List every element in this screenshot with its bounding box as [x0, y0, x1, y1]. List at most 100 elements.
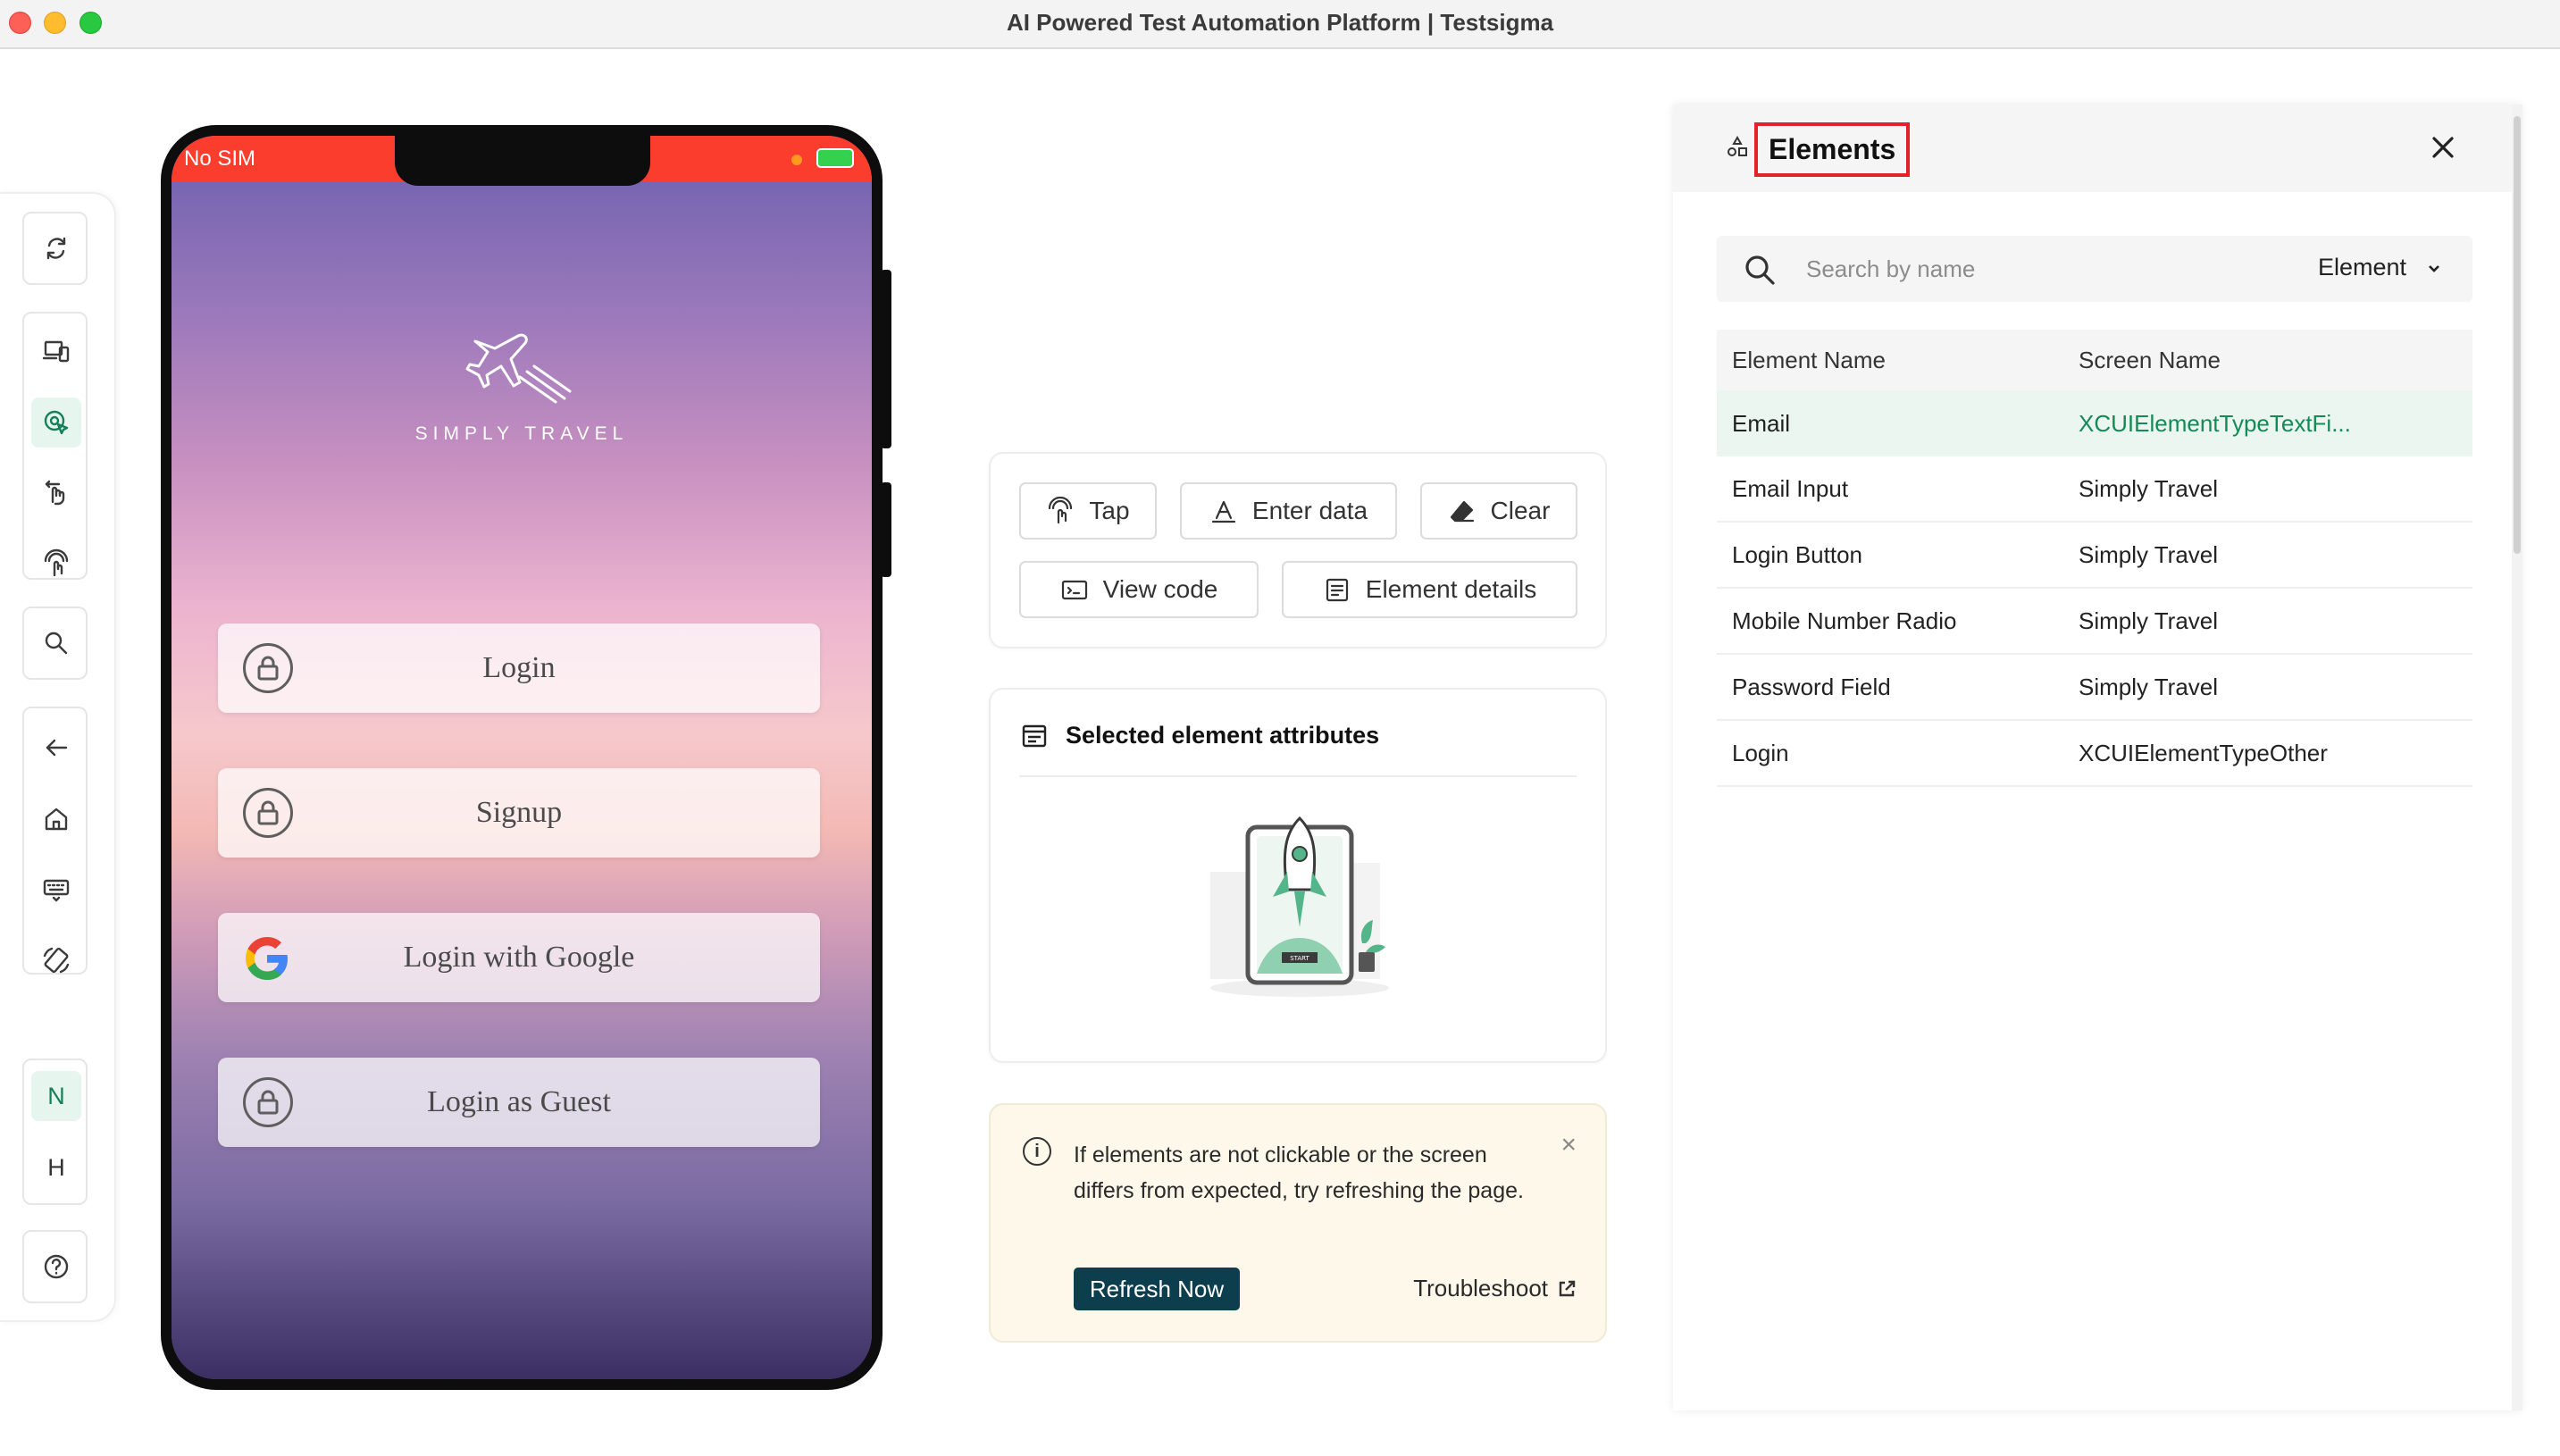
- column-screen-name: Screen Name: [2079, 346, 2221, 373]
- table-row[interactable]: Login XCUIElementTypeOther: [1717, 721, 2472, 787]
- arrow-left-icon: [46, 739, 68, 757]
- element-name-cell: Mobile Number Radio: [1732, 607, 1957, 634]
- toolbar-group-navigation: [22, 707, 88, 975]
- inspect-icon: [44, 410, 69, 435]
- element-search-bar: Element: [1717, 236, 2472, 302]
- lock-icon: [243, 643, 293, 693]
- help-button[interactable]: [31, 1242, 81, 1292]
- carrier-label: No SIM: [184, 146, 256, 171]
- table-row[interactable]: Email Input Simply Travel: [1717, 456, 2472, 523]
- troubleshoot-label: Troubleshoot: [1413, 1275, 1548, 1301]
- swipe-hand-icon: [45, 480, 65, 506]
- toolbar-group-refresh: [22, 212, 88, 285]
- search-element-button[interactable]: [31, 618, 81, 668]
- toolbar-group-help: [22, 1230, 88, 1303]
- native-mode-button[interactable]: N: [31, 1071, 81, 1121]
- refresh-device-button[interactable]: [31, 223, 81, 273]
- elements-panel-scroll-thumb[interactable]: [2514, 116, 2521, 554]
- table-row[interactable]: Password Field Simply Travel: [1717, 655, 2472, 721]
- toolbar-group-search: [22, 607, 88, 680]
- element-type-dropdown[interactable]: Element: [2318, 254, 2442, 281]
- window-title: AI Powered Test Automation Platform | Te…: [1006, 9, 1554, 36]
- login-with-google-label: Login with Google: [403, 941, 635, 974]
- view-code-label: View code: [1102, 575, 1218, 603]
- login-as-guest-button[interactable]: Login as Guest: [218, 1058, 820, 1147]
- refresh-icon: [46, 237, 66, 260]
- view-code-button[interactable]: View code: [1019, 561, 1259, 618]
- devices-icon: [42, 340, 70, 363]
- switch-device-button[interactable]: [31, 326, 81, 376]
- clear-button[interactable]: Clear: [1420, 482, 1577, 540]
- search-icon: [45, 632, 68, 655]
- lock-icon: [243, 788, 293, 838]
- tap-button[interactable]: Tap: [1019, 482, 1157, 540]
- table-row[interactable]: Mobile Number Radio Simply Travel: [1717, 589, 2472, 655]
- text-input-icon: [1211, 500, 1235, 523]
- rocket-launch-illustration-icon: START: [1210, 816, 1389, 997]
- refresh-now-button[interactable]: Refresh Now: [1074, 1268, 1240, 1310]
- divider: [1019, 775, 1577, 777]
- recording-dot-icon: [791, 155, 802, 165]
- phone-notch: [395, 136, 650, 186]
- element-details-button[interactable]: Element details: [1282, 561, 1577, 618]
- shapes-icon: [1728, 135, 1747, 156]
- clear-label: Clear: [1490, 497, 1551, 524]
- airplane-logo-icon: [457, 323, 582, 431]
- elements-panel: Elements Element Element Name Screen Nam…: [1673, 105, 2522, 1410]
- rotate-device-button[interactable]: [31, 935, 81, 985]
- search-icon: [1745, 255, 1775, 285]
- device-screen[interactable]: No SIM SIMPLY TRAVEL Login Signup Login …: [161, 125, 883, 1390]
- home-button[interactable]: [31, 794, 81, 844]
- battery-charging-icon: [816, 148, 854, 168]
- tap-gesture-button[interactable]: [31, 539, 81, 589]
- close-notice-button[interactable]: ×: [1560, 1130, 1577, 1160]
- element-name-cell: Login: [1732, 739, 1789, 766]
- screen-name-cell: Simply Travel: [2079, 673, 2219, 700]
- close-elements-panel-button[interactable]: [2425, 130, 2461, 165]
- home-icon: [45, 807, 68, 831]
- info-icon: i: [1023, 1137, 1051, 1166]
- login-as-guest-label: Login as Guest: [427, 1085, 611, 1118]
- table-row[interactable]: Email XCUIElementTypeTextFi...: [1717, 390, 2472, 456]
- element-actions-card: Tap Enter data Clear View code Element d…: [989, 452, 1607, 649]
- screen-name-cell: Simply Travel: [2079, 607, 2219, 634]
- start-label: START: [1290, 955, 1309, 962]
- device-toolbar: N H: [0, 192, 116, 1322]
- back-button[interactable]: [31, 723, 81, 773]
- keyboard-button[interactable]: [31, 864, 81, 914]
- help-icon: [44, 1254, 69, 1279]
- elements-table: Element Name Screen Name Email XCUIEleme…: [1717, 330, 2472, 787]
- toolbar-group-platform: N H: [22, 1059, 88, 1205]
- tap-hand-icon: [1049, 497, 1073, 524]
- refresh-notice: i If elements are not clickable or the s…: [989, 1103, 1607, 1343]
- attributes-icon: [1022, 724, 1047, 747]
- tap-hand-icon: [44, 548, 69, 577]
- signup-button[interactable]: Signup: [218, 768, 820, 858]
- screen-name-cell: Simply Travel: [2079, 474, 2219, 502]
- troubleshoot-link[interactable]: Troubleshoot: [1413, 1275, 1577, 1302]
- login-button-label: Login: [482, 651, 556, 684]
- elements-panel-header: Elements: [1673, 105, 2522, 192]
- enter-data-button[interactable]: Enter data: [1180, 482, 1397, 540]
- element-type-value: Element: [2317, 254, 2406, 280]
- table-header: Element Name Screen Name: [1717, 330, 2472, 390]
- login-button[interactable]: Login: [218, 623, 820, 713]
- hybrid-mode-button[interactable]: H: [31, 1142, 81, 1192]
- code-window-icon: [1061, 580, 1087, 600]
- table-row[interactable]: Login Button Simply Travel: [1717, 523, 2472, 589]
- screen-name-cell: XCUIElementTypeTextFi...: [2079, 409, 2351, 437]
- app-brand-name: SIMPLY TRAVEL: [414, 423, 629, 444]
- selected-attributes-card: Selected element attributes START: [989, 688, 1607, 1063]
- login-with-google-button[interactable]: Login with Google: [218, 913, 820, 1002]
- keyboard-icon: [43, 879, 70, 902]
- details-icon: [1326, 578, 1348, 602]
- search-input[interactable]: [1806, 248, 2226, 289]
- external-link-icon: [1559, 1280, 1576, 1296]
- screen-name-cell: Simply Travel: [2079, 540, 2219, 568]
- lock-icon: [243, 1077, 293, 1127]
- swipe-gesture-button[interactable]: [31, 467, 81, 517]
- inspect-element-button[interactable]: [31, 397, 81, 448]
- close-icon: [2432, 137, 2454, 158]
- google-logo-icon: [246, 937, 288, 980]
- element-name-cell: Email: [1732, 409, 1791, 437]
